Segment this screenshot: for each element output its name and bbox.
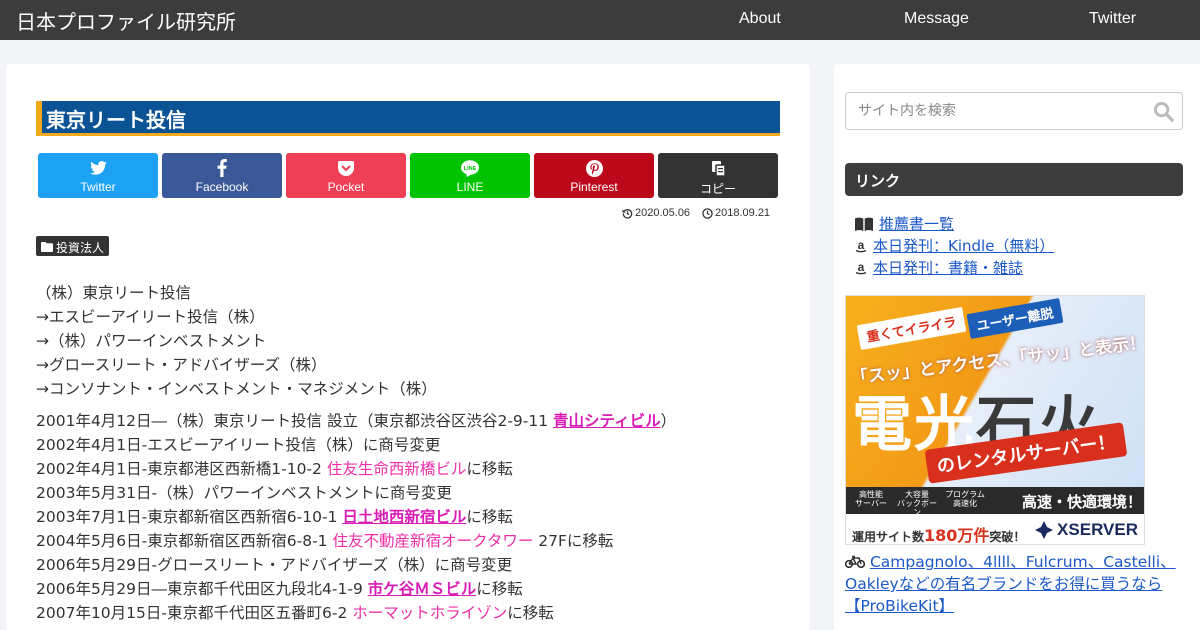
clock-icon [702, 207, 713, 219]
name-history-line: →（株）パワーインベストメント [36, 332, 267, 350]
ad-band: ユーザー離脱 [966, 298, 1064, 339]
search-box [845, 92, 1183, 130]
timeline-entry: 2002年4月1日-東京都港区西新橋1-10-2 住友生命西新橋ビルに移転 [36, 460, 513, 478]
twitter-icon [38, 159, 158, 177]
timeline-entry: 2004年5月6日-東京都新宿区西新宿6-8-1 住友不動産新宿オークタワー 2… [36, 532, 614, 550]
amazon-icon: a [855, 261, 867, 274]
ad-visual: 重くてイライラ ユーザー離脱 「スッ」とアクセス、「サッ」と表示！ 電光石火 の… [846, 296, 1144, 487]
bicycle-icon [844, 555, 866, 569]
share-label: Facebook [195, 180, 249, 194]
sidebar-link-books: a 本日発刊：書籍・雑誌 [855, 257, 1023, 278]
article-container: 東京リート投信 Twitter Facebook Pocket LINE LIN… [6, 64, 810, 630]
name-history-line: →グロースリート・アドバイザーズ（株） [36, 356, 327, 374]
share-label: LINE [456, 180, 484, 194]
xserver-ad-banner[interactable]: 重くてイライラ ユーザー離脱 「スッ」とアクセス、「サッ」と表示！ 電光石火 の… [845, 295, 1145, 545]
timeline-entry: 2003年5月31日-（株）パワーインベストメントに商号変更 [36, 484, 452, 502]
copy-icon [658, 159, 778, 177]
category-label: 投資法人 [56, 240, 105, 255]
site-title[interactable]: 日本プロファイル研究所 [16, 6, 236, 35]
share-pinterest-button[interactable]: Pinterest [534, 153, 654, 198]
ad-band: 重くてイライラ [856, 306, 966, 351]
svg-text:a: a [858, 261, 865, 274]
updated-date-text: 2020.05.06 [635, 207, 691, 219]
name-history-line: →コンソナント・インベストメント・マネジメント（株） [36, 380, 437, 398]
share-copy-button[interactable]: コピー [658, 153, 778, 198]
name-history-line: →エスビーアイリート投信（株） [36, 308, 265, 326]
pocket-icon [286, 159, 406, 177]
folder-icon [41, 242, 53, 252]
nav-twitter[interactable]: Twitter [1089, 10, 1136, 28]
line-icon: LINE [410, 159, 530, 177]
building-link[interactable]: 住友不動産新宿オークタワー [332, 532, 533, 550]
site-header: 日本プロファイル研究所 About Message Twitter [0, 0, 1200, 40]
xserver-mark-icon [1035, 521, 1054, 539]
share-line-button[interactable]: LINE LINE [410, 153, 530, 198]
probikekit-link[interactable]: Campagnolo、4llll、Fulcrum、Castelli、Oakley… [845, 553, 1176, 615]
building-link[interactable]: 市ケ谷ＭＳビル [368, 580, 477, 598]
name-history-line: （株）東京リート投信 [36, 284, 192, 302]
building-link[interactable]: ホーマットホライゾン [352, 604, 507, 622]
ad-feature-bar: 高性能 サーバー 大容量 バックボーン プログラム 高速化 高速・快適環境！ [846, 487, 1144, 517]
ad-stat: 運用サイト数180万件突破！ [852, 526, 1026, 545]
ad-feature: プログラム 高速化 [945, 490, 985, 508]
amazon-icon: a [855, 239, 867, 252]
book-icon [855, 217, 873, 231]
building-link[interactable]: 日土地西新宿ビル [342, 508, 466, 526]
sidebar-link-text[interactable]: 推薦書一覧 [879, 213, 954, 234]
updated-date: 2020.05.06 [622, 207, 690, 219]
share-pocket-button[interactable]: Pocket [286, 153, 406, 198]
ad-speed-text: 高速・快適環境！ [1021, 493, 1142, 511]
xserver-logo: XSERVER [1035, 520, 1138, 540]
share-label: Twitter [80, 180, 116, 194]
share-label: コピー [699, 182, 736, 196]
timeline-entry: 2003年7月1日-東京都新宿区西新宿6-10-1 日土地西新宿ビルに移転 [36, 508, 513, 526]
nav-about[interactable]: About [739, 10, 781, 28]
sidebar-link-kindle: a 本日発刊：Kindle（無料） [855, 235, 1054, 256]
category-badge[interactable]: 投資法人 [36, 236, 110, 256]
published-date: 2018.09.21 [702, 207, 770, 219]
ad-footer: 運用サイト数180万件突破！ XSERVER [846, 514, 1144, 545]
share-facebook-button[interactable]: Facebook [162, 153, 282, 198]
building-link[interactable]: 住友生命西新橋ビル [327, 460, 467, 478]
sidebar-link-text[interactable]: 本日発刊：書籍・雑誌 [873, 257, 1023, 278]
nav-message[interactable]: Message [904, 10, 969, 28]
published-date-text: 2018.09.21 [715, 207, 771, 219]
article-title: 東京リート投信 [36, 101, 780, 136]
timeline-entry: 2006年5月29日―東京都千代田区九段北4-1-9 市ケ谷ＭＳビルに移転 [36, 580, 523, 598]
pinterest-icon [534, 159, 654, 177]
share-label: Pocket [327, 180, 365, 194]
sidebar-link-text[interactable]: 本日発刊：Kindle（無料） [873, 235, 1054, 256]
svg-text:a: a [858, 239, 865, 252]
history-icon [622, 208, 633, 219]
search-input[interactable] [846, 93, 1146, 129]
search-icon[interactable] [1153, 101, 1174, 126]
xserver-brand-text: XSERVER [1057, 520, 1138, 539]
facebook-icon [162, 159, 282, 177]
timeline-entry: 2007年10月15日-東京都千代田区五番町6-2 ホーマットホライゾンに移転 [36, 604, 554, 622]
share-label: Pinterest [570, 180, 618, 194]
ad-feature: 大容量 バックボーン [897, 490, 937, 517]
sidebar: リンク 推薦書一覧 a 本日発刊：Kindle（無料） a 本日発刊：書籍・雑誌… [834, 64, 1200, 630]
ad-feature: 高性能 サーバー [855, 490, 887, 508]
probikekit-link-block: Campagnolo、4llll、Fulcrum、Castelli、Oakley… [844, 551, 1185, 617]
timeline-entry: 2001年4月12日―（株）東京リート投信 設立（東京都渋谷区渋谷2-9-11 … [36, 412, 677, 430]
share-twitter-button[interactable]: Twitter [38, 153, 158, 198]
sidebar-link-recommended: 推薦書一覧 [855, 213, 954, 234]
timeline-entry: 2002年4月1日-エスビーアイリート投信（株）に商号変更 [36, 436, 441, 454]
timeline-entry: 2006年5月29日-グロースリート・アドバイザーズ（株）に商号変更 [36, 556, 513, 574]
widget-title-links: リンク [845, 163, 1183, 196]
building-link[interactable]: 青山シティビル [553, 412, 661, 430]
svg-text:LINE: LINE [464, 166, 477, 172]
